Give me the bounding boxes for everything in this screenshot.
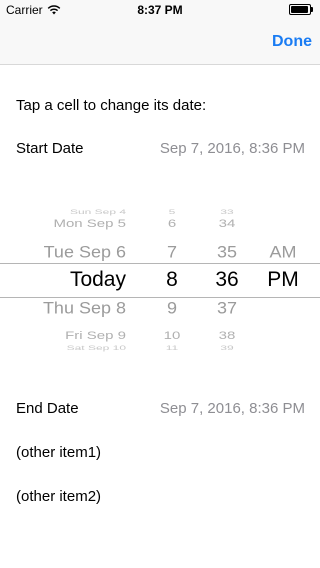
navigation-bar: Carrier 8:37 PM Done <box>0 0 320 65</box>
other-item-1-cell[interactable]: (other item1) <box>0 432 320 476</box>
picker-day-item[interactable]: Tue Sep 6 <box>0 239 126 265</box>
picker-hour-item[interactable]: 11 <box>150 341 194 355</box>
picker-minute-column[interactable]: 33 34 35 36 37 38 39 <box>200 172 254 388</box>
date-picker[interactable]: Sun Sep 4 Mon Sep 5 Tue Sep 6 Today Thu Sep … <box>0 172 320 388</box>
picker-hour-item[interactable]: 8 <box>150 266 194 294</box>
picker-ampm-column[interactable]: AM PM <box>258 172 308 388</box>
screen: Carrier 8:37 PM Done Tap a cell to chang… <box>0 0 320 568</box>
end-date-label: End Date <box>16 400 79 417</box>
picker-minute-item[interactable]: 37 <box>200 295 254 321</box>
end-date-cell[interactable]: End Date Sep 7, 2016, 8:36 PM <box>0 388 320 432</box>
picker-minute-item[interactable]: 36 <box>200 266 254 294</box>
other-item-1-label: (other item1) <box>16 444 102 461</box>
status-time: 8:37 PM <box>137 3 183 17</box>
picker-day-column[interactable]: Sun Sep 4 Mon Sep 5 Tue Sep 6 Today Thu Sep … <box>0 172 126 388</box>
start-date-label: Start Date <box>16 140 84 157</box>
picker-hour-column[interactable]: 5 6 7 8 9 10 11 <box>150 172 194 388</box>
picker-hour-item[interactable]: 7 <box>150 239 194 265</box>
picker-hour-item[interactable]: 9 <box>150 295 194 321</box>
picker-minute-item[interactable]: 35 <box>200 239 254 265</box>
other-item-2-cell[interactable]: (other item2) <box>0 476 320 520</box>
picker-day-item[interactable]: Thu Sep 8 <box>0 295 126 321</box>
other-item-2-label: (other item2) <box>16 488 102 505</box>
start-date-value: Sep 7, 2016, 8:36 PM <box>159 140 305 157</box>
end-date-value: Sep 7, 2016, 8:36 PM <box>159 400 305 417</box>
picker-day-item[interactable]: Mon Sep 5 <box>0 214 126 235</box>
picker-hour-item[interactable]: 6 <box>150 214 194 235</box>
picker-ampm-item[interactable]: AM <box>258 239 308 265</box>
picker-day-item[interactable]: Today <box>0 266 126 294</box>
picker-day-item[interactable]: Sat Sep 10 <box>0 341 126 355</box>
battery-icon <box>289 4 314 15</box>
start-date-cell[interactable]: Start Date Sep 7, 2016, 8:36 PM <box>0 128 320 172</box>
picker-minute-item[interactable]: 34 <box>200 214 254 235</box>
done-button[interactable]: Done <box>272 32 312 52</box>
picker-minute-item[interactable]: 39 <box>200 341 254 355</box>
picker-ampm-item[interactable]: PM <box>258 266 308 294</box>
instructions-text: Tap a cell to change its date: <box>16 97 207 114</box>
